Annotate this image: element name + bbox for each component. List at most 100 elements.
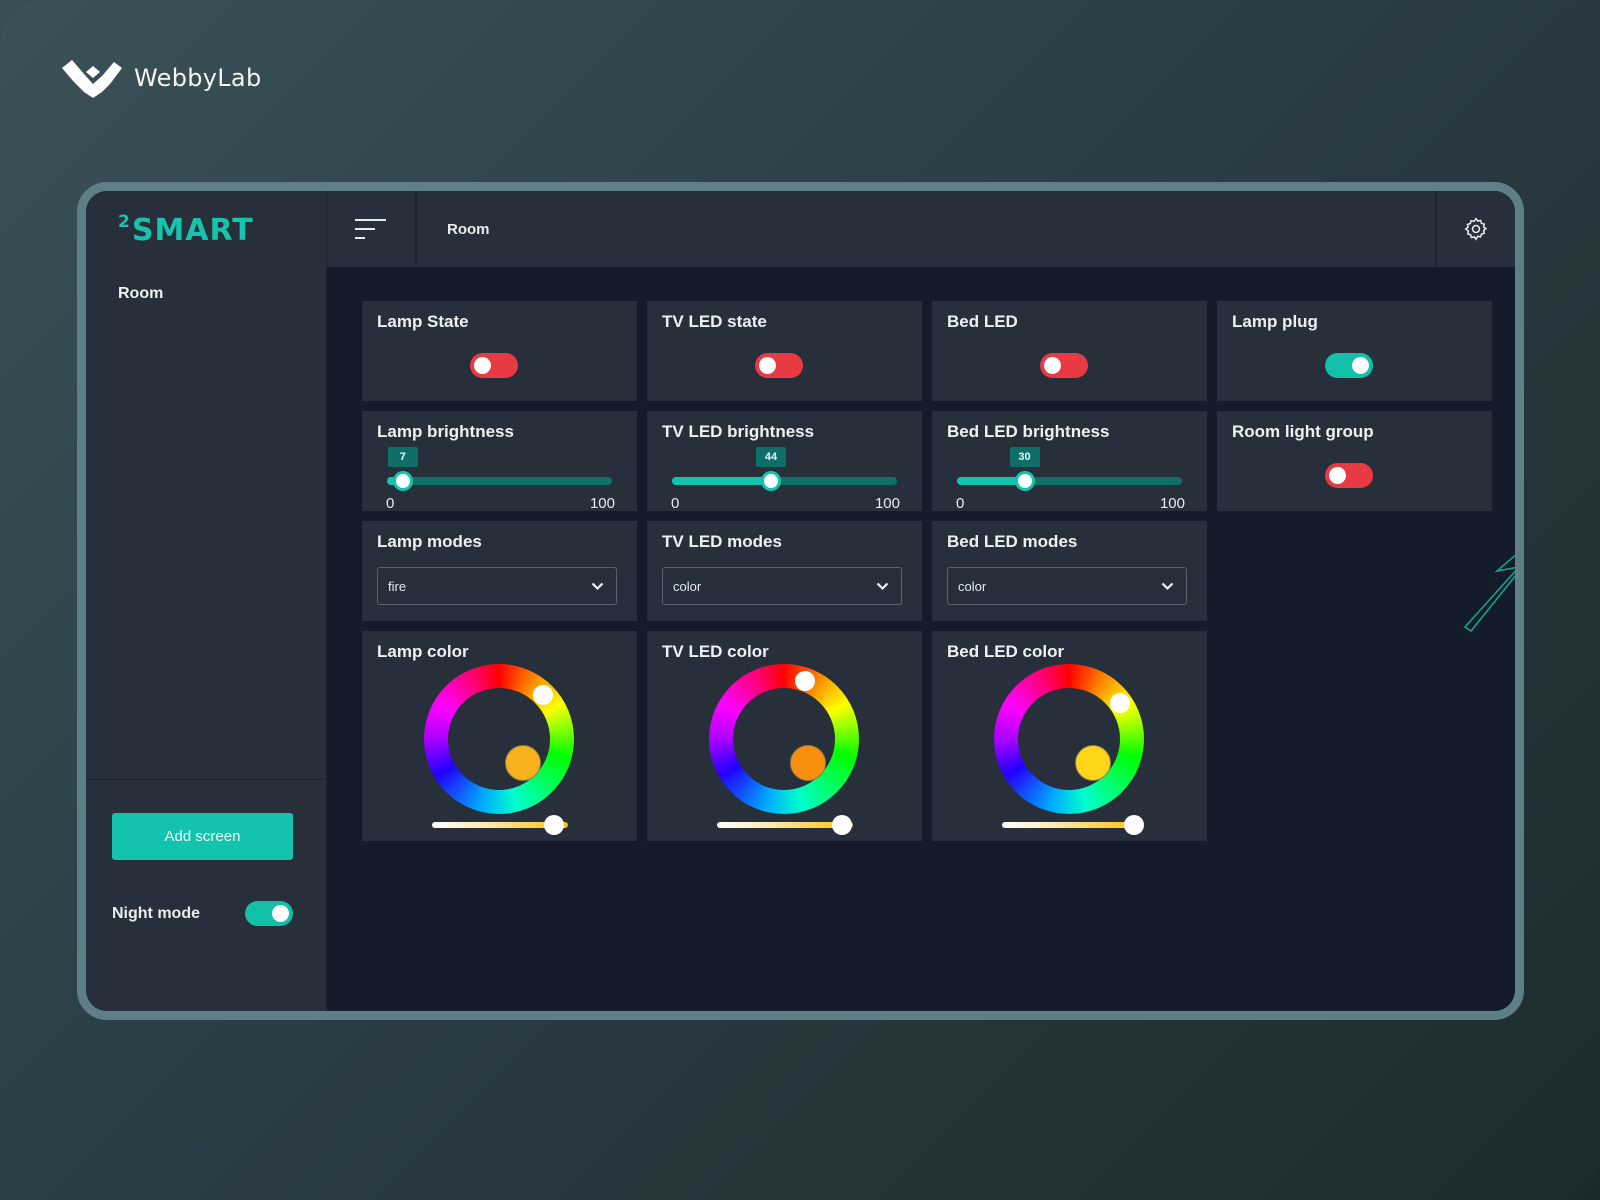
lamp-plug-toggle[interactable] [1325,353,1373,378]
lamp-modes-select[interactable]: fire [377,567,617,605]
tv-led-state-toggle[interactable] [755,353,803,378]
grid-empty-cell [1217,521,1492,621]
main-area: Room Lamp State TV LED state Bed LED Lam… [327,191,1515,1011]
selected-color-swatch [790,745,826,781]
chevron-down-icon [591,582,604,590]
wheel-inner [733,688,835,790]
slider-min-label: 0 [386,495,395,512]
slider-max-label: 100 [589,495,615,512]
top-bar: Room [327,191,1515,267]
widget-tv-led-modes: TV LED modes color [647,521,922,621]
menu-icon [355,219,386,239]
selected-color-swatch [505,745,541,781]
wheel-inner [1018,688,1120,790]
slider-thumb[interactable] [1014,471,1035,491]
lamp-brightness-slider[interactable]: 7 [387,447,612,491]
widget-title: Lamp State [377,312,469,331]
select-value: color [673,578,702,594]
slider-value-tooltip: 44 [756,447,786,467]
widget-bed-led: Bed LED [932,301,1207,401]
temperature-thumb[interactable] [832,815,853,835]
widget-title: Bed LED modes [947,532,1078,551]
widget-lamp-brightness: Lamp brightness 7 0 100 [362,411,637,512]
widget-tv-led-state: TV LED state [647,301,922,401]
slider-thumb[interactable] [392,471,413,491]
slider-value-tooltip: 7 [387,447,418,467]
select-value: fire [388,578,407,594]
toggle-knob [759,357,776,374]
lamp-color-wheel[interactable] [424,664,574,814]
bed-led-temperature-slider[interactable] [1002,815,1144,835]
app-logo-superscript: 2 [118,212,131,232]
toggle-knob [1044,357,1061,374]
add-screen-button[interactable]: Add screen [112,813,293,860]
widget-title: Lamp color [377,642,469,661]
widget-lamp-color: Lamp color [362,631,637,841]
brand: WebbyLab [60,58,261,98]
widget-title: TV LED modes [662,532,782,551]
select-value: color [958,578,987,594]
lamp-temperature-slider[interactable] [432,815,568,835]
widget-bed-led-color: Bed LED color [932,631,1207,841]
chevron-down-icon [876,582,889,590]
slider-thumb[interactable] [761,471,781,491]
slider-fill [672,477,771,485]
slider-min-label: 0 [956,495,965,512]
slider-max-label: 100 [1159,495,1185,512]
widget-title: Lamp plug [1232,312,1318,331]
hue-handle[interactable] [532,685,553,706]
tv-led-modes-select[interactable]: color [662,567,902,605]
app-window: 2SMART Room Add screen Night mode Room L… [86,191,1515,1011]
night-mode-label: Night mode [112,904,200,922]
widget-title: Bed LED color [947,642,1065,661]
widget-title: TV LED brightness [662,422,815,441]
gear-icon [1464,217,1488,241]
bed-led-brightness-slider[interactable]: 30 [957,447,1182,491]
toggle-knob [474,357,491,374]
toggle-knob [1329,467,1346,484]
temperature-thumb[interactable] [1123,815,1144,835]
slider-max-label: 100 [874,495,900,512]
bed-led-modes-select[interactable]: color [947,567,1187,605]
widget-bed-led-modes: Bed LED modes color [932,521,1207,621]
hue-handle[interactable] [1109,693,1130,714]
device-frame: 2SMART Room Add screen Night mode Room L… [77,182,1524,1020]
settings-button[interactable] [1435,191,1515,267]
night-mode-toggle[interactable] [245,901,293,926]
brand-name: WebbyLab [134,64,262,92]
sidebar: 2SMART Room Add screen Night mode [86,191,327,1011]
widget-title: Bed LED brightness [947,422,1110,441]
lamp-state-toggle[interactable] [470,353,518,378]
widget-room-light-group: Room light group [1217,411,1492,511]
toggle-knob [272,905,289,922]
menu-button[interactable] [327,191,417,267]
widget-title: Lamp modes [377,532,482,551]
widget-title: Bed LED [947,312,1018,331]
tv-led-brightness-slider[interactable]: 44 [672,447,897,491]
tv-led-color-wheel[interactable] [709,664,859,814]
widget-grid: Lamp State TV LED state Bed LED Lamp plu… [362,301,1492,841]
widget-tv-led-brightness: TV LED brightness 44 0 100 [647,411,922,512]
room-light-group-toggle[interactable] [1325,463,1373,488]
widget-bed-led-brightness: Bed LED brightness 30 0 100 [932,411,1207,512]
bed-led-toggle[interactable] [1040,353,1088,378]
selected-color-swatch [1075,745,1111,781]
widget-lamp-modes: Lamp modes fire [362,521,637,621]
slider-min-label: 0 [671,495,680,512]
widget-title: Lamp brightness [377,422,514,441]
chevron-down-icon [1161,582,1174,590]
widget-lamp-state: Lamp State [362,301,637,401]
temperature-thumb[interactable] [544,815,565,835]
slider-value-tooltip: 30 [1009,447,1040,467]
sidebar-divider [86,779,326,780]
webbylab-logo-icon [62,60,122,98]
widget-title: Room light group [1232,422,1374,441]
widget-title: TV LED color [662,642,769,661]
hue-handle[interactable] [795,670,816,691]
bed-led-color-wheel[interactable] [994,664,1144,814]
widget-tv-led-color: TV LED color [647,631,922,841]
sidebar-item-room[interactable]: Room [118,285,163,303]
widget-lamp-plug: Lamp plug [1217,301,1492,401]
toggle-knob [1352,357,1369,374]
tv-led-temperature-slider[interactable] [717,815,853,835]
